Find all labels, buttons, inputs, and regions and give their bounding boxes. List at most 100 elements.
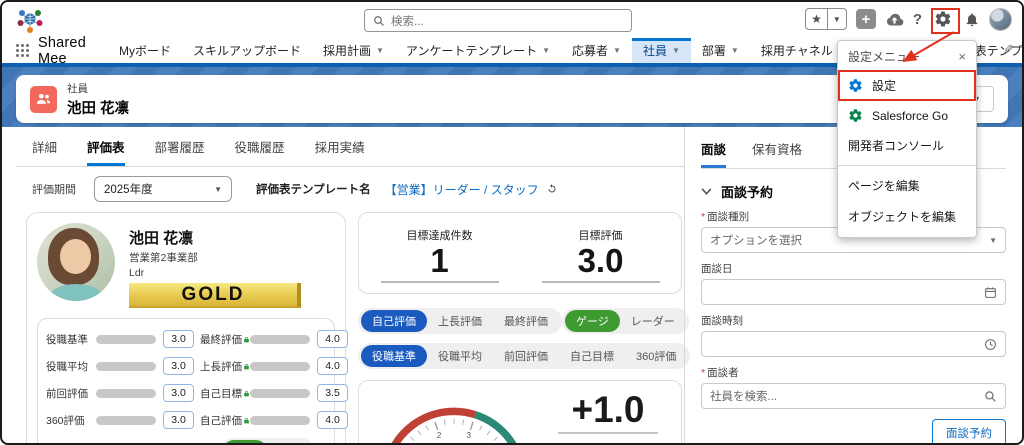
rating-bar (96, 362, 156, 371)
lock-icon (243, 362, 250, 371)
header-actions: ★ ▼ + ? (805, 7, 1012, 31)
template-link[interactable]: 【営業】リーダー / スタッフ (385, 181, 539, 198)
annotation-red-arrow (880, 30, 964, 68)
rating-label: 役職平均 (46, 359, 96, 374)
nav-tab-applicants[interactable]: 応募者▼ (561, 38, 632, 63)
nav-tab-myboard[interactable]: Myボード (108, 38, 182, 63)
tab-interview[interactable]: 面談 (701, 139, 726, 168)
interview-date-input[interactable] (701, 279, 1006, 305)
notifications-bell-icon[interactable] (964, 11, 980, 28)
svg-text:3: 3 (467, 431, 472, 440)
tab-details[interactable]: 詳細 (32, 137, 57, 166)
calendar-icon[interactable] (984, 286, 997, 299)
interviewer-search-input[interactable]: 社員を検索... (701, 383, 1006, 409)
self-eval-button[interactable]: 自己評価 (361, 310, 427, 332)
nav-tab-recruit-plan[interactable]: 採用計画▼ (312, 38, 395, 63)
gauge-button[interactable]: ゲージ (565, 310, 620, 332)
chevron-down-icon: ▼ (376, 46, 384, 55)
menu-item-developer-console[interactable]: 開発者コンソール (838, 130, 976, 161)
tab-evaluation-sheet[interactable]: 評価表 (87, 137, 125, 166)
svg-text:2: 2 (437, 431, 442, 440)
rating-bar (250, 416, 310, 425)
final-eval-button[interactable]: 最終評価 (493, 310, 559, 332)
period-select[interactable]: 2025年度▼ (94, 176, 232, 202)
eval-progress-toggle: 評価 進捗 (220, 438, 314, 443)
radar-button[interactable]: レーダー (620, 310, 686, 332)
nav-tab-departments[interactable]: 部署▼ (691, 38, 750, 63)
rating-value: 3.0 (163, 330, 194, 348)
gauge-chart-card: 1 2 3 4 +1.0 (358, 380, 682, 443)
period-row: 評価期間 2025年度▼ 評価表テンプレート名 【営業】リーダー / スタッフ (32, 176, 684, 202)
help-icon[interactable]: ? (913, 11, 922, 28)
record-tabs: 詳細 評価表 部署履歴 役職履歴 採用実績 (16, 133, 684, 167)
menu-item-edit-object[interactable]: オブジェクトを編集 (838, 201, 976, 232)
required-asterisk: * (701, 211, 705, 223)
app-window: 検索... ★ ▼ + ? Shared Mee Myボード スキルアップボード (0, 0, 1024, 445)
previous-eval-button[interactable]: 前回評価 (493, 345, 559, 367)
tab-position-history[interactable]: 役職履歴 (235, 137, 285, 166)
goal-metrics-card: 目標達成件数 1 目標評価 3.0 (358, 212, 682, 294)
rating-bar (96, 416, 156, 425)
tab-certifications[interactable]: 保有資格 (752, 139, 802, 168)
interview-time-input[interactable] (701, 331, 1006, 357)
mode-eval-button[interactable]: 評価 (223, 440, 267, 443)
rating-value: 3.0 (163, 411, 194, 429)
nav-tab-skillup-board[interactable]: スキルアップボード (182, 38, 312, 63)
rating-value: 4.0 (317, 357, 348, 375)
record-main-area: 詳細 評価表 部署履歴 役職履歴 採用実績 評価期間 2025年度▼ 評価表テン… (2, 127, 684, 443)
employee-department: 営業第2事業部 (129, 250, 335, 265)
app-name[interactable]: Shared Mee (38, 35, 86, 67)
rating-bars-panel: 役職基準3.0 最終評価4.0 役職平均3.0 上長評価4.0 前回評価3.0 … (37, 318, 335, 443)
rating-label: 自己評価 (200, 413, 250, 428)
rating-row: 役職基準3.0 最終評価4.0 (46, 330, 326, 348)
chevron-down-icon: ▼ (214, 185, 222, 194)
orchestrator-cloud-icon[interactable] (885, 12, 904, 27)
menu-item-setup[interactable]: 設定 (838, 70, 976, 101)
refresh-icon[interactable] (546, 183, 558, 195)
tab-department-history[interactable]: 部署履歴 (155, 137, 205, 166)
nav-tab-employees[interactable]: 社員▼ (632, 38, 691, 63)
star-icon[interactable]: ★ (806, 9, 827, 29)
role-average-button[interactable]: 役職平均 (427, 345, 493, 367)
required-asterisk: * (701, 367, 705, 379)
rating-bar (250, 362, 310, 371)
rating-label: 役職基準 (46, 332, 96, 347)
clock-icon[interactable] (984, 338, 997, 351)
rating-label: 前回評価 (46, 386, 96, 401)
user-avatar[interactable] (989, 8, 1012, 31)
edit-nav-pencil-icon[interactable]: ✎ (1003, 42, 1014, 58)
rating-value: 3.0 (163, 384, 194, 402)
global-actions-button[interactable]: + (856, 9, 876, 29)
chevron-down-icon: ▼ (989, 236, 997, 245)
rating-row: 前回評価3.0 自己目標3.5 (46, 384, 326, 402)
chevron-down-icon: ▼ (613, 46, 621, 55)
menu-item-salesforce-go[interactable]: Salesforce Go (838, 101, 976, 130)
manager-eval-button[interactable]: 上長評価 (427, 310, 493, 332)
lock-icon (243, 416, 250, 425)
app-launcher-waffle-icon[interactable] (16, 44, 29, 57)
period-label: 評価期間 (32, 181, 94, 197)
employee-profile-card: 池田 花凛 営業第2事業部 Ldr GOLD 役職基準3.0 最終評価4.0 役… (26, 212, 346, 443)
favorites-button[interactable]: ★ ▼ (805, 8, 847, 30)
global-search-input[interactable]: 検索... (364, 9, 632, 32)
lock-icon (243, 335, 250, 344)
menu-item-edit-page[interactable]: ページを編集 (838, 170, 976, 201)
metric-goal-count: 目標達成件数 1 (375, 227, 505, 282)
record-entity-label: 社員 (67, 81, 129, 96)
rating-row: 360評価3.0 自己評価4.0 (46, 411, 326, 429)
self-goal-button[interactable]: 自己目標 (559, 345, 625, 367)
metric-goal-score: 目標評価 3.0 (536, 227, 666, 282)
gear-icon (848, 108, 863, 123)
plus-icon: + (861, 12, 870, 27)
interview-date-field: 面談日 (701, 261, 1006, 305)
chevron-down-icon (701, 188, 712, 195)
tab-recruit-results[interactable]: 採用実績 (315, 137, 365, 166)
nav-tab-survey-template[interactable]: アンケートテンプレート▼ (395, 38, 561, 63)
favorites-caret-icon[interactable]: ▼ (827, 9, 846, 29)
chevron-down-icon: ▼ (672, 46, 680, 55)
eval-360-button[interactable]: 360評価 (625, 345, 687, 367)
role-standard-button[interactable]: 役職基準 (361, 345, 427, 367)
mode-progress-button[interactable]: 進捗 (267, 440, 311, 443)
chevron-down-icon: ▼ (731, 46, 739, 55)
book-interview-button[interactable]: 面談予約 (932, 419, 1006, 443)
